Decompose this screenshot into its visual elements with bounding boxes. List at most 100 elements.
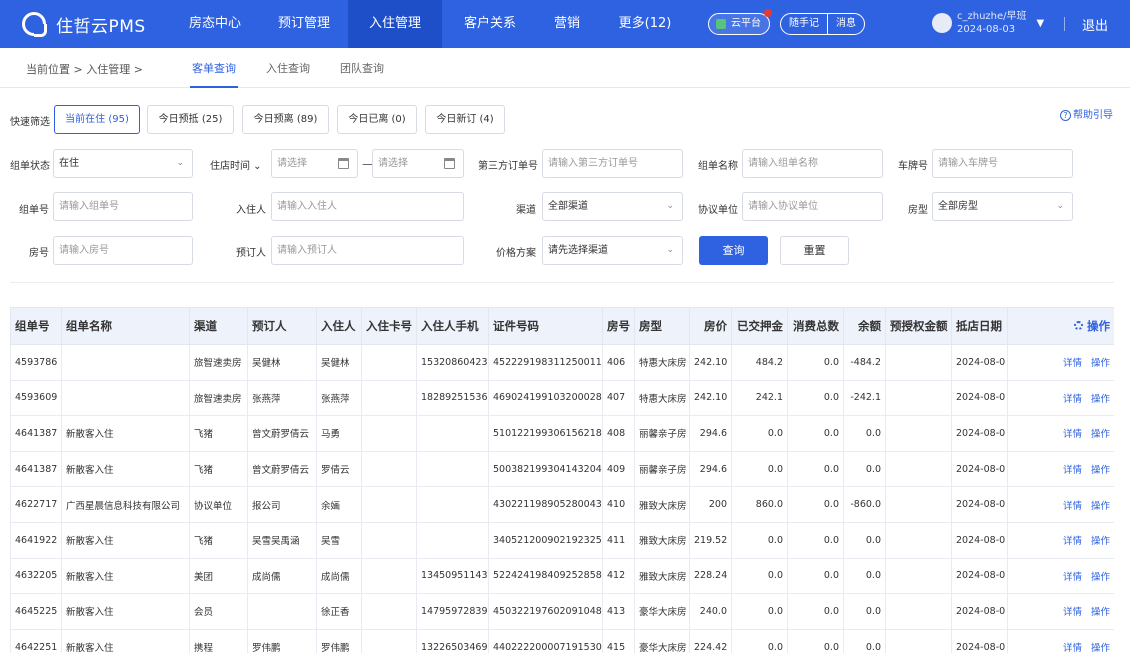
cell-booker — [247, 593, 317, 630]
user-menu[interactable]: c_zhuzhe/早班 2024-08-03 ▼ — [932, 10, 1044, 36]
quick-filter-new-bookings[interactable]: 今日新订 (4) — [425, 105, 505, 134]
stay-time-dropdown[interactable]: 住店时间 ⌄ — [210, 157, 262, 172]
header-deposit: 已交押金 — [731, 307, 788, 345]
table-row[interactable]: 4641387 新散客入住 飞猪 曾文蔚罗倩云 罗倩云 50038219930414320… — [10, 450, 1114, 488]
avatar — [932, 13, 952, 33]
guest-placeholder: 请输入入住人 — [277, 201, 337, 212]
nav-item-reservations[interactable]: 预订管理 — [260, 0, 348, 48]
cell-card-no — [361, 486, 417, 523]
table-row[interactable]: 4622717 广西星晨信息科技有限公司 协议单位 报公司 余婳 430221198905… — [10, 486, 1114, 523]
cell-balance: -860.0 — [843, 486, 886, 523]
table-row[interactable]: 4645225 新散客入住 会员 徐正香 14795972839 450322197602… — [10, 593, 1114, 630]
operate-link[interactable]: 操作 — [1091, 358, 1110, 369]
operate-link[interactable]: 操作 — [1091, 607, 1110, 618]
channel-select[interactable]: 全部渠道 ⌄ — [542, 192, 683, 221]
cell-arrival-date: 2024-08-0 — [951, 415, 1008, 452]
gear-icon[interactable] — [1074, 321, 1083, 330]
details-link[interactable]: 详情 — [1063, 358, 1082, 369]
query-button[interactable]: 查询 — [699, 236, 768, 265]
agreement-input[interactable]: 请输入协议单位 — [742, 192, 883, 221]
cell-consumption: 0.0 — [787, 628, 844, 653]
quick-filter-departures[interactable]: 今日预离 (89) — [242, 105, 329, 134]
cell-arrival-date: 2024-08-0 — [951, 593, 1008, 630]
nav-item-more[interactable]: 更多(12) — [596, 0, 694, 48]
room-type-select[interactable]: 全部房型 ⌄ — [932, 192, 1073, 221]
operate-link[interactable]: 操作 — [1091, 536, 1110, 547]
guest-input[interactable]: 请输入入住人 — [271, 192, 464, 221]
help-guide-link[interactable]: ? 帮助引导 — [1060, 106, 1113, 121]
table-row[interactable]: 4641387 新散客入住 飞猪 曾文蔚罗倩云 马勇 510122199306156218… — [10, 415, 1114, 452]
table-row[interactable]: 4632205 新散客入住 美团 成尚儒 成尚儒 13450951143 522424198… — [10, 557, 1114, 595]
details-link[interactable]: 详情 — [1063, 572, 1082, 583]
status-select[interactable]: 在住 ⌄ — [53, 149, 193, 178]
date-to-input[interactable]: 请选择 — [372, 149, 464, 178]
third-party-order-input[interactable]: 请输入第三方订单号 — [542, 149, 683, 178]
header-arrival-date: 抵店日期 — [951, 307, 1008, 345]
cell-group-no: 4641922 — [10, 521, 62, 559]
cell-group-name: 新散客入住 — [61, 521, 190, 559]
operate-link[interactable]: 操作 — [1091, 394, 1110, 405]
nav-item-checkin[interactable]: 入住管理 — [348, 0, 442, 48]
quick-filter-departed[interactable]: 今日已离 (0) — [337, 105, 417, 134]
cell-preauth — [885, 415, 952, 452]
table-row[interactable]: 4593609 旅智速卖房 张燕萍 张燕萍 18289251536 46902419910… — [10, 379, 1114, 417]
room-no-input[interactable]: 请输入房号 — [53, 236, 193, 265]
chevron-down-icon: ⌄ — [666, 245, 674, 255]
operate-link[interactable]: 操作 — [1091, 429, 1110, 440]
cell-actions: 详情 操作 — [1007, 379, 1114, 417]
tab-guest-query[interactable]: 客单查询 — [190, 60, 238, 88]
nav-item-crm[interactable]: 客户关系 — [442, 0, 538, 48]
quick-filter-in-house[interactable]: 当前在住 (95) — [54, 105, 140, 134]
details-link[interactable]: 详情 — [1063, 429, 1082, 440]
header-guest: 入住人 — [316, 307, 362, 345]
tab-checkin-query[interactable]: 入住查询 — [266, 60, 310, 76]
notes-button[interactable]: 随手记 — [781, 14, 827, 34]
messages-button[interactable]: 消息 — [827, 14, 864, 34]
chevron-down-icon: ⌄ — [666, 201, 674, 211]
details-link[interactable]: 详情 — [1063, 465, 1082, 476]
nav-item-marketing[interactable]: 营销 — [538, 0, 596, 48]
cell-booker: 吴健林 — [247, 344, 317, 381]
date-from-input[interactable]: 请选择 — [271, 149, 358, 178]
table-row[interactable]: 4593786 旅智速卖房 吴健林 吴健林 15320860423 45222919831… — [10, 344, 1114, 381]
channel-label: 渠道 — [516, 205, 536, 216]
logout-button[interactable]: 退出 — [1082, 15, 1108, 34]
results-table: 组单号 组单名称 渠道 预订人 入住人 入住卡号 入住人手机 证件号码 房号 房型 房价 已交押金 消费… — [10, 307, 1114, 653]
cell-consumption: 0.0 — [787, 450, 844, 488]
cloud-platform-button[interactable]: 云平台 — [708, 9, 772, 35]
operate-link[interactable]: 操作 — [1091, 465, 1110, 476]
cell-rate: 200 — [689, 486, 732, 523]
details-link[interactable]: 详情 — [1063, 536, 1082, 547]
cell-card-no — [361, 557, 417, 595]
group-no-input[interactable]: 请输入组单号 — [53, 192, 193, 221]
header-preauth: 预授权金额 — [885, 307, 952, 345]
details-link[interactable]: 详情 — [1063, 501, 1082, 512]
table-header-row: 组单号 组单名称 渠道 预订人 入住人 入住卡号 入住人手机 证件号码 房号 房型 房价 已交押金 消费… — [10, 307, 1114, 345]
notes-messages-group: 随手记 消息 — [780, 13, 865, 35]
table-row[interactable]: 4642251 新散客入住 携程 罗伟鹏 罗伟鹏 13226503469 440222200… — [10, 628, 1114, 653]
cell-actions: 详情 操作 — [1007, 628, 1114, 653]
cell-consumption: 0.0 — [787, 557, 844, 595]
booker-input[interactable]: 请输入预订人 — [271, 236, 464, 265]
details-link[interactable]: 详情 — [1063, 394, 1082, 405]
reset-button[interactable]: 重置 — [780, 236, 849, 265]
header-consumption: 消费总数 — [787, 307, 844, 345]
nav-item-room-status[interactable]: 房态中心 — [170, 0, 260, 48]
tab-group-query[interactable]: 团队查询 — [340, 60, 384, 76]
user-date: 2024-08-03 — [957, 24, 1016, 35]
details-link[interactable]: 详情 — [1063, 607, 1082, 618]
operate-link[interactable]: 操作 — [1091, 572, 1110, 583]
details-link[interactable]: 详情 — [1063, 643, 1082, 653]
table-row[interactable]: 4641922 新散客入住 飞猪 吴雪吴禹涵 吴雪 340521200902192325 4… — [10, 521, 1114, 559]
cell-consumption: 0.0 — [787, 486, 844, 523]
app-logo[interactable]: 住哲云PMS — [0, 12, 170, 37]
quick-filter-arrivals[interactable]: 今日预抵 (25) — [147, 105, 234, 134]
plate-input[interactable]: 请输入车牌号 — [932, 149, 1073, 178]
operate-link[interactable]: 操作 — [1091, 501, 1110, 512]
operate-link[interactable]: 操作 — [1091, 643, 1110, 653]
cell-room-no: 412 — [602, 557, 635, 595]
cell-id-no: 469024199103200028 — [488, 379, 603, 417]
cell-consumption: 0.0 — [787, 593, 844, 630]
rate-plan-select[interactable]: 请先选择渠道 ⌄ — [542, 236, 683, 265]
group-name-input[interactable]: 请输入组单名称 — [742, 149, 883, 178]
